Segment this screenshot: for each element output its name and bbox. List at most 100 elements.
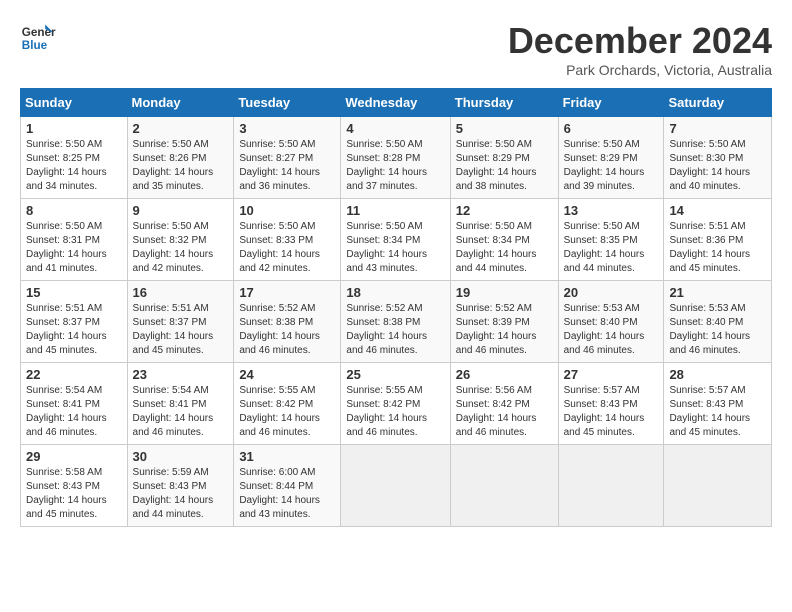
table-row: 26Sunrise: 5:56 AM Sunset: 8:42 PM Dayli… xyxy=(450,363,558,445)
col-tuesday: Tuesday xyxy=(234,89,341,117)
table-row: 15 Sunrise: 5:51 AM Sunset: 8:37 PM Dayli… xyxy=(21,281,128,363)
day-number: 7 xyxy=(669,121,766,136)
day-info: Sunrise: 5:50 AM Sunset: 8:31 PM Dayligh… xyxy=(26,220,122,276)
col-sunday: Sunday xyxy=(21,89,128,117)
day-info: Sunrise: 5:55 AM Sunset: 8:42 PM Dayligh… xyxy=(239,384,335,440)
table-row: 13Sunrise: 5:50 AM Sunset: 8:35 PM Dayli… xyxy=(558,199,664,281)
day-info: Sunrise: 5:51 AM Sunset: 8:37 PM Dayligh… xyxy=(26,302,122,358)
day-number: 30 xyxy=(133,449,229,464)
day-number: 1 xyxy=(26,121,122,136)
day-number: 24 xyxy=(239,367,335,382)
day-number: 4 xyxy=(346,121,444,136)
table-row xyxy=(558,445,664,527)
day-info: Sunrise: 5:50 AM Sunset: 8:26 PM Dayligh… xyxy=(133,138,229,194)
day-info: Sunrise: 5:57 AM Sunset: 8:43 PM Dayligh… xyxy=(669,384,766,440)
day-number: 31 xyxy=(239,449,335,464)
title-section: December 2024 Park Orchards, Victoria, A… xyxy=(508,20,772,78)
table-row: 9 Sunrise: 5:50 AM Sunset: 8:32 PM Daylig… xyxy=(127,199,234,281)
day-number: 17 xyxy=(239,285,335,300)
day-info: Sunrise: 6:00 AM Sunset: 8:44 PM Dayligh… xyxy=(239,466,335,522)
table-row: 29 Sunrise: 5:58 AM Sunset: 8:43 PM Dayli… xyxy=(21,445,128,527)
table-row xyxy=(664,445,772,527)
day-number: 26 xyxy=(456,367,553,382)
day-info: Sunrise: 5:53 AM Sunset: 8:40 PM Dayligh… xyxy=(564,302,659,358)
day-number: 11 xyxy=(346,203,444,218)
day-number: 6 xyxy=(564,121,659,136)
col-monday: Monday xyxy=(127,89,234,117)
day-info: Sunrise: 5:54 AM Sunset: 8:41 PM Dayligh… xyxy=(133,384,229,440)
table-row: 22 Sunrise: 5:54 AM Sunset: 8:41 PM Dayli… xyxy=(21,363,128,445)
day-info: Sunrise: 5:54 AM Sunset: 8:41 PM Dayligh… xyxy=(26,384,122,440)
col-wednesday: Wednesday xyxy=(341,89,450,117)
day-info: Sunrise: 5:51 AM Sunset: 8:37 PM Dayligh… xyxy=(133,302,229,358)
table-row: 16 Sunrise: 5:51 AM Sunset: 8:37 PM Dayli… xyxy=(127,281,234,363)
table-row: 12Sunrise: 5:50 AM Sunset: 8:34 PM Dayli… xyxy=(450,199,558,281)
day-info: Sunrise: 5:52 AM Sunset: 8:38 PM Dayligh… xyxy=(346,302,444,358)
table-row: 23 Sunrise: 5:54 AM Sunset: 8:41 PM Dayli… xyxy=(127,363,234,445)
table-row: 10Sunrise: 5:50 AM Sunset: 8:33 PM Dayli… xyxy=(234,199,341,281)
col-thursday: Thursday xyxy=(450,89,558,117)
logo: General Blue xyxy=(20,20,60,56)
day-number: 19 xyxy=(456,285,553,300)
table-row: 19 Sunrise: 5:52 AM Sunset: 8:39 PM Dayli… xyxy=(450,281,558,363)
day-info: Sunrise: 5:59 AM Sunset: 8:43 PM Dayligh… xyxy=(133,466,229,522)
calendar-header-row: Sunday Monday Tuesday Wednesday Thursday… xyxy=(21,89,772,117)
day-info: Sunrise: 5:55 AM Sunset: 8:42 PM Dayligh… xyxy=(346,384,444,440)
svg-text:General: General xyxy=(22,26,56,39)
day-info: Sunrise: 5:50 AM Sunset: 8:35 PM Dayligh… xyxy=(564,220,659,276)
day-number: 15 xyxy=(26,285,122,300)
table-row: 7 Sunrise: 5:50 AM Sunset: 8:30 PM Daylig… xyxy=(664,117,772,199)
day-number: 23 xyxy=(133,367,229,382)
calendar-subtitle: Park Orchards, Victoria, Australia xyxy=(508,62,772,78)
day-info: Sunrise: 5:52 AM Sunset: 8:38 PM Dayligh… xyxy=(239,302,335,358)
day-info: Sunrise: 5:50 AM Sunset: 8:30 PM Dayligh… xyxy=(669,138,766,194)
table-row: 18Sunrise: 5:52 AM Sunset: 8:38 PM Dayli… xyxy=(341,281,450,363)
table-row: 28 Sunrise: 5:57 AM Sunset: 8:43 PM Dayli… xyxy=(664,363,772,445)
col-friday: Friday xyxy=(558,89,664,117)
table-row: 27Sunrise: 5:57 AM Sunset: 8:43 PM Dayli… xyxy=(558,363,664,445)
table-row: 2 Sunrise: 5:50 AM Sunset: 8:26 PM Daylig… xyxy=(127,117,234,199)
table-row: 6 Sunrise: 5:50 AM Sunset: 8:29 PM Daylig… xyxy=(558,117,664,199)
calendar-week-row: 29 Sunrise: 5:58 AM Sunset: 8:43 PM Dayli… xyxy=(21,445,772,527)
calendar-week-row: 22 Sunrise: 5:54 AM Sunset: 8:41 PM Dayli… xyxy=(21,363,772,445)
table-row: 3Sunrise: 5:50 AM Sunset: 8:27 PM Daylig… xyxy=(234,117,341,199)
table-row: 4Sunrise: 5:50 AM Sunset: 8:28 PM Daylig… xyxy=(341,117,450,199)
day-info: Sunrise: 5:50 AM Sunset: 8:33 PM Dayligh… xyxy=(239,220,335,276)
table-row: 14 Sunrise: 5:51 AM Sunset: 8:36 PM Dayli… xyxy=(664,199,772,281)
day-number: 9 xyxy=(133,203,229,218)
day-info: Sunrise: 5:53 AM Sunset: 8:40 PM Dayligh… xyxy=(669,302,766,358)
day-number: 25 xyxy=(346,367,444,382)
day-info: Sunrise: 5:52 AM Sunset: 8:39 PM Dayligh… xyxy=(456,302,553,358)
calendar-table: Sunday Monday Tuesday Wednesday Thursday… xyxy=(20,88,772,527)
day-number: 28 xyxy=(669,367,766,382)
day-info: Sunrise: 5:50 AM Sunset: 8:29 PM Dayligh… xyxy=(456,138,553,194)
day-number: 2 xyxy=(133,121,229,136)
calendar-week-row: 1 Sunrise: 5:50 AM Sunset: 8:25 PM Daylig… xyxy=(21,117,772,199)
day-info: Sunrise: 5:58 AM Sunset: 8:43 PM Dayligh… xyxy=(26,466,122,522)
table-row: 30 Sunrise: 5:59 AM Sunset: 8:43 PM Dayli… xyxy=(127,445,234,527)
day-number: 14 xyxy=(669,203,766,218)
table-row: 8 Sunrise: 5:50 AM Sunset: 8:31 PM Daylig… xyxy=(21,199,128,281)
day-info: Sunrise: 5:51 AM Sunset: 8:36 PM Dayligh… xyxy=(669,220,766,276)
calendar-title: December 2024 xyxy=(508,20,772,62)
svg-text:Blue: Blue xyxy=(22,39,48,52)
table-row: 21Sunrise: 5:53 AM Sunset: 8:40 PM Dayli… xyxy=(664,281,772,363)
day-info: Sunrise: 5:50 AM Sunset: 8:34 PM Dayligh… xyxy=(456,220,553,276)
day-number: 22 xyxy=(26,367,122,382)
table-row xyxy=(450,445,558,527)
day-info: Sunrise: 5:50 AM Sunset: 8:34 PM Dayligh… xyxy=(346,220,444,276)
day-number: 16 xyxy=(133,285,229,300)
day-info: Sunrise: 5:50 AM Sunset: 8:32 PM Dayligh… xyxy=(133,220,229,276)
day-number: 29 xyxy=(26,449,122,464)
table-row: 5 Sunrise: 5:50 AM Sunset: 8:29 PM Daylig… xyxy=(450,117,558,199)
page-header: General Blue December 2024 Park Orchards… xyxy=(20,20,772,78)
table-row: 24 Sunrise: 5:55 AM Sunset: 8:42 PM Dayli… xyxy=(234,363,341,445)
col-saturday: Saturday xyxy=(664,89,772,117)
day-info: Sunrise: 5:50 AM Sunset: 8:29 PM Dayligh… xyxy=(564,138,659,194)
day-number: 8 xyxy=(26,203,122,218)
day-info: Sunrise: 5:50 AM Sunset: 8:25 PM Dayligh… xyxy=(26,138,122,194)
day-number: 5 xyxy=(456,121,553,136)
table-row: 1 Sunrise: 5:50 AM Sunset: 8:25 PM Daylig… xyxy=(21,117,128,199)
table-row xyxy=(341,445,450,527)
day-info: Sunrise: 5:57 AM Sunset: 8:43 PM Dayligh… xyxy=(564,384,659,440)
